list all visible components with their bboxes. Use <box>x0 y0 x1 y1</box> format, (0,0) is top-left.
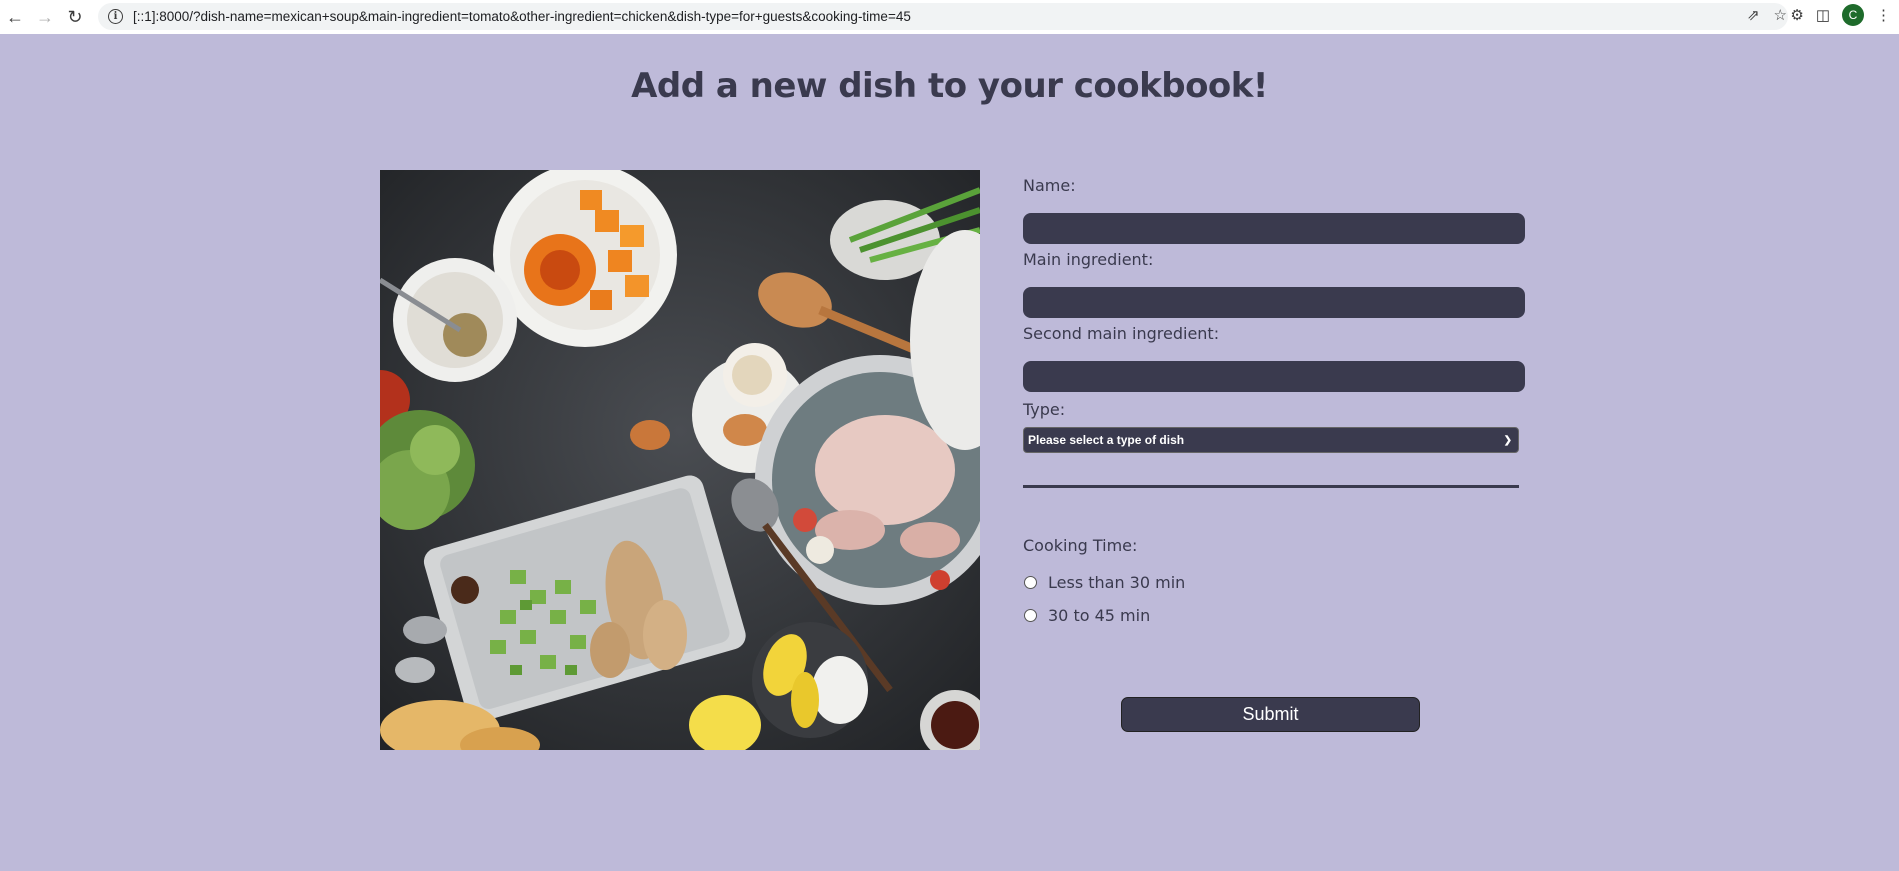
radio-button[interactable] <box>1024 576 1037 589</box>
cooking-option-label: 30 to 45 min <box>1048 606 1151 625</box>
address-bar[interactable]: i [::1]:8000/?dish-name=mexican+soup&mai… <box>98 3 1788 30</box>
main-ingredient-input[interactable] <box>1023 287 1525 318</box>
second-ingredient-input[interactable] <box>1023 361 1525 392</box>
page-title: Add a new dish to your cookbook! <box>631 66 1268 106</box>
main-ingredient-label: Main ingredient: <box>1023 250 1154 269</box>
extensions-icon[interactable]: ⚙ <box>1790 6 1803 24</box>
browser-toolbar: ← → ↻ i [::1]:8000/?dish-name=mexican+so… <box>0 0 1899 34</box>
chevron-down-icon: ❯ <box>1503 434 1512 446</box>
cooking-option-30-45[interactable]: 30 to 45 min <box>1023 606 1533 625</box>
food-photo <box>380 170 980 750</box>
reload-icon[interactable]: ↻ <box>60 2 90 32</box>
dish-type-select[interactable]: Please select a type of dish ❯ <box>1023 427 1519 453</box>
profile-avatar[interactable]: C <box>1842 4 1864 26</box>
bookmark-star-icon[interactable]: ☆ <box>1774 6 1787 24</box>
submit-button[interactable]: Submit <box>1121 697 1420 732</box>
side-panel-icon[interactable]: ◫ <box>1816 6 1830 24</box>
share-icon[interactable]: ⇗ <box>1747 6 1760 24</box>
menu-kebab-icon[interactable]: ⋮ <box>1876 6 1891 24</box>
form-divider <box>1023 485 1519 488</box>
forward-icon[interactable]: → <box>30 2 60 32</box>
cooking-option-label: Less than 30 min <box>1048 573 1186 592</box>
name-input[interactable] <box>1023 213 1525 244</box>
cooking-option-less-30[interactable]: Less than 30 min <box>1023 573 1533 592</box>
dish-type-selected: Please select a type of dish <box>1028 433 1185 447</box>
second-ingredient-label: Second main ingredient: <box>1023 324 1220 343</box>
cooking-time-label: Cooking Time: <box>1023 536 1138 555</box>
site-info-icon[interactable]: i <box>108 9 123 24</box>
add-dish-form: Name: Main ingredient: Second main ingre… <box>1023 176 1533 625</box>
type-label: Type: <box>1023 400 1066 419</box>
radio-button[interactable] <box>1024 609 1037 622</box>
back-icon[interactable]: ← <box>0 2 30 32</box>
name-label: Name: <box>1023 176 1076 195</box>
url-text[interactable]: [::1]:8000/?dish-name=mexican+soup&main-… <box>133 9 911 24</box>
